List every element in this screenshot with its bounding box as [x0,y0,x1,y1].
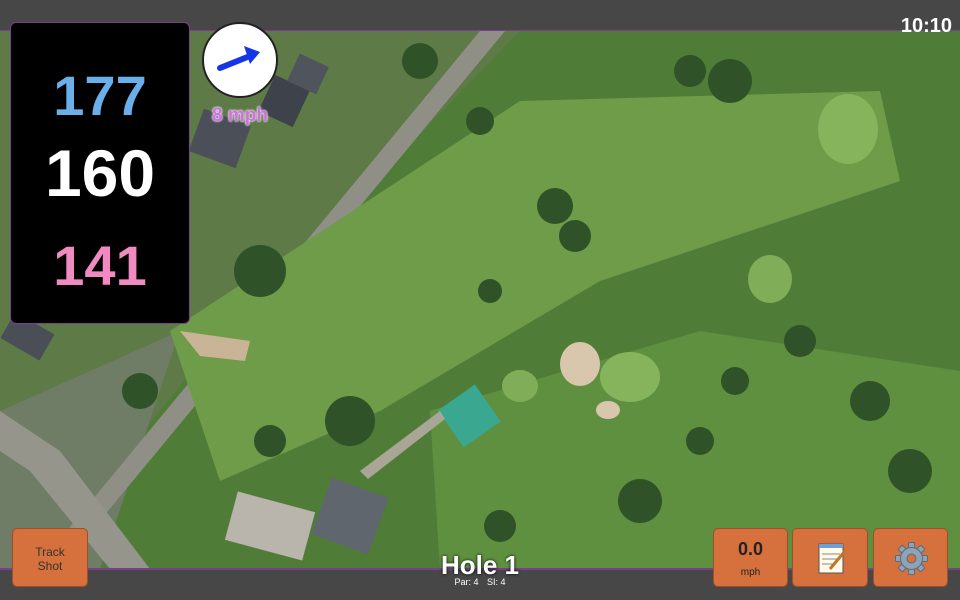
notes-button[interactable] [792,528,868,587]
wind-indicator [202,22,278,98]
wind-arrow-icon [217,46,260,71]
front-distance: 141 [53,234,147,297]
settings-button[interactable] [873,528,948,587]
stroke-index-label: SI: 4 [487,577,506,587]
speed-button[interactable]: 0.0 mph [713,528,788,587]
gear-icon [895,542,928,575]
notepad-icon [818,543,847,574]
hole-info: Par: 4 SI: 4 [420,577,540,587]
distance-panel: 177 160 141 [10,22,190,324]
speed-value: 0.0 [737,539,764,559]
par-label: Par: 4 [454,577,479,587]
track-shot-label-line1: Track [35,545,65,559]
track-shot-label-line2: Shot [37,559,63,573]
back-distance: 177 [53,64,147,127]
wind-speed-label: 8 mph [212,105,268,126]
speed-unit: mph [740,567,761,578]
clock-time: 10:10 [900,15,952,37]
middle-distance: 160 [44,136,156,210]
track-shot-button[interactable]: Track Shot [12,528,88,587]
